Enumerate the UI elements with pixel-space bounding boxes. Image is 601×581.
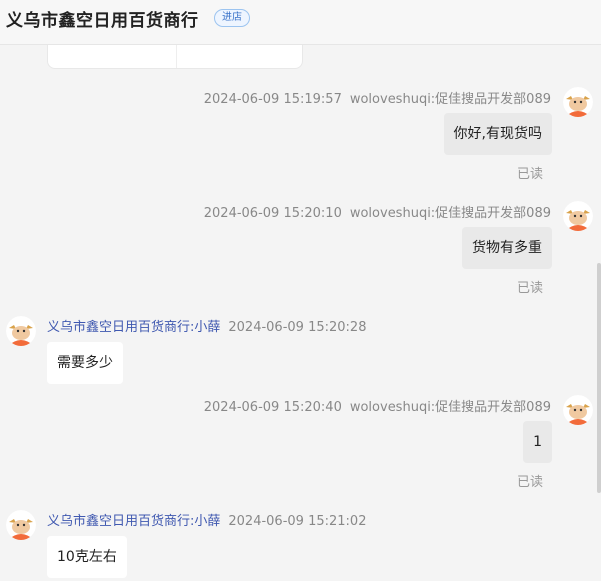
read-status: 已读 [516,167,543,182]
message-bubble: 你好,有现货吗 [443,113,552,155]
chat-header: 义乌市鑫空日用百货商行 进店 [0,0,601,45]
message-sender: woloveshuqi:促佳搜品开发部089 [349,92,551,107]
scrollbar[interactable] [597,263,601,493]
shop-name: 义乌市鑫空日用百货商行 [6,11,199,31]
message-timestamp: 2024-06-09 15:21:02 [228,514,367,529]
message-bubble: 1 [523,421,552,463]
message-sender[interactable]: 义乌市鑫空日用百货商行:小薛 [47,514,220,529]
read-status: 已读 [516,475,543,490]
message-sender: woloveshuqi:促佳搜品开发部089 [349,206,551,221]
message-meta: 义乌市鑫空日用百货商行:小薛 2024-06-09 15:20:28 [47,316,366,335]
cow-avatar-icon[interactable] [6,510,36,540]
message-bubble: 需要多少 [47,342,123,384]
enter-store-button[interactable]: 进店 [214,9,250,27]
cow-avatar-icon[interactable] [563,201,593,231]
message-timestamp: 2024-06-09 15:19:57 [203,92,342,107]
cow-avatar-icon[interactable] [563,395,593,425]
cow-avatar-icon[interactable] [563,87,593,117]
message-meta: 2024-06-09 15:20:10 woloveshuqi:促佳搜品开发部08… [204,202,551,221]
message-sender: woloveshuqi:促佳搜品开发部089 [349,400,551,415]
message-sender[interactable]: 义乌市鑫空日用百货商行:小薛 [47,320,220,335]
message-bubble: 10克左右 [47,536,127,578]
message-meta: 义乌市鑫空日用百货商行:小薛 2024-06-09 15:21:02 [47,510,366,529]
message-timestamp: 2024-06-09 15:20:40 [203,400,342,415]
message-meta: 2024-06-09 15:20:40 woloveshuqi:促佳搜品开发部08… [204,396,551,415]
cow-avatar-icon[interactable] [6,316,36,346]
previous-message-card [47,45,303,69]
read-status: 已读 [516,281,543,296]
message-timestamp: 2024-06-09 15:20:10 [203,206,342,221]
message-bubble: 货物有多重 [462,227,552,269]
message-meta: 2024-06-09 15:19:57 woloveshuqi:促佳搜品开发部08… [204,88,551,107]
card-divider [176,45,177,68]
message-timestamp: 2024-06-09 15:20:28 [228,320,367,335]
